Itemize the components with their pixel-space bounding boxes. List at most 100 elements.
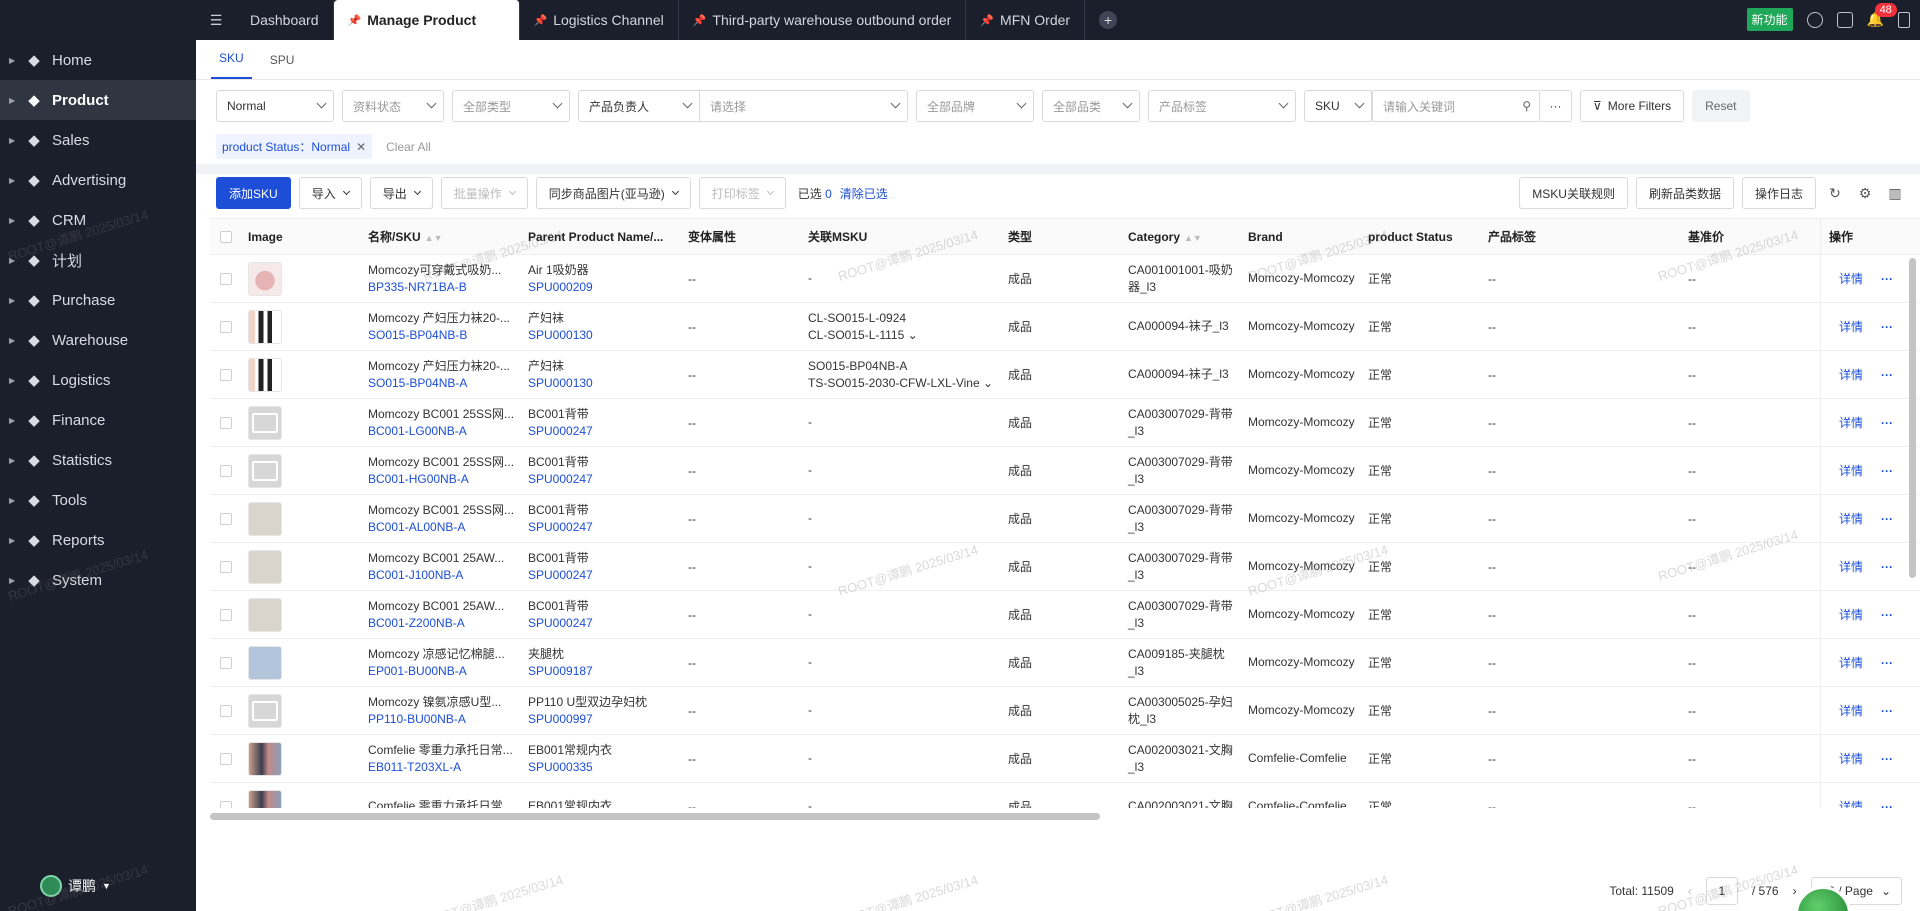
pin-icon[interactable]: 📌: [980, 14, 994, 27]
spu-link[interactable]: SPU000130: [528, 327, 680, 344]
avatar[interactable]: [40, 875, 62, 897]
spu-link[interactable]: SPU000209: [528, 279, 680, 296]
more-icon[interactable]: ···: [1881, 320, 1893, 334]
sku-link[interactable]: EB011-T203XL-A: [368, 759, 520, 776]
select-all-checkbox[interactable]: [210, 230, 240, 243]
detail-link[interactable]: 详情: [1839, 318, 1863, 335]
sidebar-item-finance[interactable]: ▶ ◆ Finance: [0, 400, 196, 440]
sku-link[interactable]: BP335-NR71BA-B: [368, 279, 520, 296]
sort-icon[interactable]: ▲▼: [425, 233, 443, 243]
product-image[interactable]: [240, 549, 360, 584]
sku-link[interactable]: EP001-BU00NB-A: [368, 663, 520, 680]
sidebar-item-advertising[interactable]: ▶ ◆ Advertising: [0, 160, 196, 200]
spu-link[interactable]: SPU000247: [528, 615, 680, 632]
table-row[interactable]: Comfelie 零重力承托日常... EB011-T203XL-A EB001常规…: [210, 735, 1920, 783]
add-tab-button[interactable]: +: [1099, 11, 1118, 29]
row-checkbox[interactable]: [210, 800, 240, 808]
clear-selected-link[interactable]: 清除已选: [840, 185, 888, 202]
owner-field-select[interactable]: 产品负责人: [578, 90, 700, 122]
msku-secondary[interactable]: CL-SO015-L-1115 ⌄: [808, 327, 1000, 344]
add-sku-button[interactable]: 添加SKU: [216, 177, 291, 209]
table-row[interactable]: Momcozy BC001 25AW... BC001-J100NB-A BC001…: [210, 543, 1920, 591]
batch-operations-button[interactable]: 批量操作: [440, 177, 528, 209]
task-icon[interactable]: [1836, 11, 1853, 28]
table-row[interactable]: Momcozy 镍氨凉感U型... PP110-BU00NB-A PP110 U型双…: [210, 687, 1920, 735]
notifications[interactable]: 🔔 48: [1867, 3, 1897, 28]
more-icon[interactable]: ···: [1881, 464, 1893, 478]
sync-images-button[interactable]: 同步商品图片(亚马逊): [535, 177, 691, 209]
detail-link[interactable]: 详情: [1839, 270, 1863, 287]
sidebar-item-product[interactable]: ▶ ◆ Product: [0, 80, 196, 120]
product-thumbnail[interactable]: [248, 549, 282, 584]
row-checkbox[interactable]: [210, 320, 240, 333]
detail-link[interactable]: 详情: [1839, 462, 1863, 479]
product-image[interactable]: [240, 693, 360, 728]
sidebar-item-home[interactable]: ▶ ◆ Home: [0, 40, 196, 80]
msku-secondary[interactable]: TS-SO015-2030-CFW-LXL-Vine ⌄: [808, 375, 1000, 392]
row-checkbox[interactable]: [210, 656, 240, 669]
tab-manage-product[interactable]: 📌 Manage Product: [333, 0, 520, 40]
product-thumbnail[interactable]: [248, 309, 282, 344]
more-icon[interactable]: ···: [1881, 752, 1893, 766]
product-image[interactable]: [240, 597, 360, 632]
clear-all-link[interactable]: Clear All: [386, 140, 431, 154]
row-checkbox[interactable]: [210, 272, 240, 285]
table-row[interactable]: Momcozy BC001 25SS网... BC001-LG00NB-A BC00…: [210, 399, 1920, 447]
checkbox[interactable]: [220, 512, 232, 525]
owner-select[interactable]: 请选择: [700, 90, 908, 122]
detail-link[interactable]: 详情: [1839, 702, 1863, 719]
product-image[interactable]: [240, 405, 360, 440]
checkbox[interactable]: [220, 320, 232, 333]
tab-logistics-channel[interactable]: 📌 Logistics Channel: [520, 0, 679, 40]
more-icon[interactable]: ···: [1881, 800, 1893, 809]
checkbox[interactable]: [220, 416, 232, 429]
product-thumbnail[interactable]: [248, 741, 282, 776]
table-row[interactable]: Momcozy 凉感记忆棉腿... EP001-BU00NB-A 夹腿枕 SPU009…: [210, 639, 1920, 687]
tab-third-party-warehouse-outbound-order[interactable]: 📌 Third-party warehouse outbound order: [679, 0, 967, 40]
checkbox[interactable]: [220, 752, 232, 765]
user-profile[interactable]: 谭鹏 ▼: [40, 875, 111, 897]
tab-mfn-order[interactable]: 📌 MFN Order: [966, 0, 1086, 40]
sidebar-item-warehouse[interactable]: ▶ ◆ Warehouse: [0, 320, 196, 360]
import-button[interactable]: 导入: [298, 177, 362, 209]
sku-link[interactable]: SO015-BP04NB-B: [368, 327, 520, 344]
sidebar-item-purchase[interactable]: ▶ ◆ Purchase: [0, 280, 196, 320]
table-row[interactable]: Momcozy 产妇压力袜20-... SO015-BP04NB-B 产妇袜 SPU0…: [210, 303, 1920, 351]
table-row[interactable]: Momcozy BC001 25AW... BC001-Z200NB-A BC001…: [210, 591, 1920, 639]
spu-link[interactable]: SPU000335: [528, 759, 680, 776]
detail-link[interactable]: 详情: [1839, 366, 1863, 383]
product-image[interactable]: [240, 357, 360, 392]
vertical-scrollbar[interactable]: [1909, 258, 1916, 578]
subtab-sku[interactable]: SKU: [211, 51, 252, 79]
row-checkbox[interactable]: [210, 752, 240, 765]
tag-select[interactable]: 产品标签: [1148, 90, 1296, 122]
gear-icon[interactable]: ⚙: [1854, 182, 1876, 204]
more-icon[interactable]: ···: [1881, 704, 1893, 718]
product-image[interactable]: [240, 789, 360, 808]
spu-link[interactable]: SPU000247: [528, 471, 680, 488]
more-icon[interactable]: ···: [1881, 272, 1893, 286]
spu-link[interactable]: SPU000247: [528, 567, 680, 584]
more-filters-button[interactable]: ⊽ More Filters: [1580, 90, 1685, 122]
refresh-category-button[interactable]: 刷新品类数据: [1635, 177, 1734, 209]
header-name[interactable]: 名称/SKU ▲▼: [360, 228, 520, 245]
table-row[interactable]: Comfelie 零重力承托日常... EB001常规内衣 -- - 成品 CA00200…: [210, 783, 1920, 808]
checkbox[interactable]: [220, 608, 232, 621]
detail-link[interactable]: 详情: [1839, 654, 1863, 671]
menu-toggle-icon[interactable]: ☰: [196, 12, 236, 29]
row-checkbox[interactable]: [210, 704, 240, 717]
row-checkbox[interactable]: [210, 512, 240, 525]
product-thumbnail[interactable]: [248, 453, 282, 488]
product-thumbnail[interactable]: [248, 357, 282, 392]
sidebar-item-crm[interactable]: ▶ ◆ CRM: [0, 200, 196, 240]
checkbox[interactable]: [220, 560, 232, 573]
next-page-icon[interactable]: ›: [1793, 884, 1797, 898]
checkbox[interactable]: [220, 800, 232, 808]
sidebar-item-计划[interactable]: ▶ ◆ 计划: [0, 240, 196, 280]
data-status-select[interactable]: 资料状态: [342, 90, 444, 122]
table-row[interactable]: Momcozy BC001 25SS网... BC001-HG00NB-A BC00…: [210, 447, 1920, 495]
product-thumbnail[interactable]: [248, 405, 282, 440]
prev-page-icon[interactable]: ‹: [1688, 884, 1692, 898]
tab-dashboard[interactable]: Dashboard: [236, 0, 334, 40]
subtab-spu[interactable]: SPU: [262, 53, 303, 79]
